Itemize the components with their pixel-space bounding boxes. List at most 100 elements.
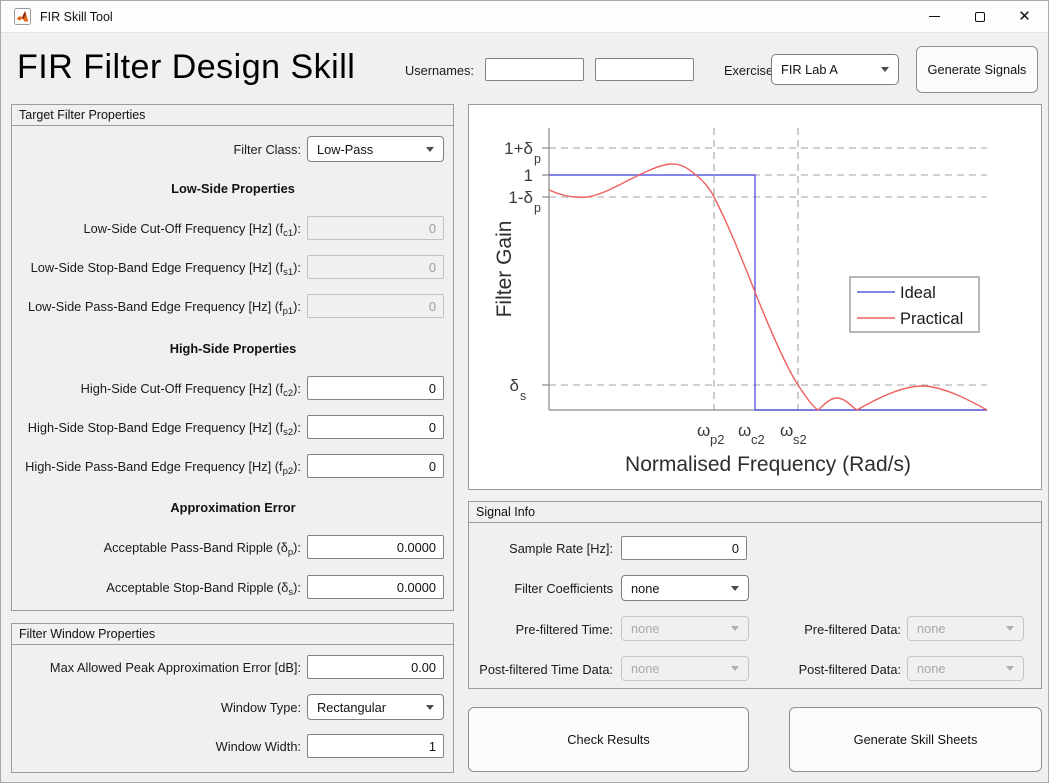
svg-text:p: p	[534, 152, 541, 166]
window-panel-title: Filter Window Properties	[12, 624, 453, 645]
pre-filtered-time-dropdown: none	[621, 616, 749, 641]
close-button[interactable]: ✕	[1002, 1, 1047, 32]
pre-filtered-data-label: Pre-filtered Data:	[791, 622, 901, 637]
chevron-down-icon	[426, 705, 434, 710]
post-filtered-data-label: Post-filtered Data:	[791, 662, 901, 677]
low-cutoff-field	[307, 216, 444, 240]
sample-rate-field[interactable]	[621, 536, 747, 560]
chevron-down-icon	[731, 626, 739, 631]
svg-text:p2: p2	[710, 432, 724, 447]
post-filtered-time-dropdown: none	[621, 656, 749, 681]
high-cutoff-label: High-Side Cut-Off Frequency [Hz] (fc2):	[15, 381, 301, 396]
svg-text:ω: ω	[697, 421, 710, 440]
window-type-label: Window Type:	[15, 700, 301, 715]
high-cutoff-field[interactable]	[307, 376, 444, 400]
low-passband-field	[307, 294, 444, 318]
window-width-label: Window Width:	[15, 739, 301, 754]
chevron-down-icon	[1006, 626, 1014, 631]
stopband-ripple-field[interactable]	[307, 575, 444, 599]
high-passband-field[interactable]	[307, 454, 444, 478]
max-error-field[interactable]	[307, 655, 444, 679]
low-passband-label: Low-Side Pass-Band Edge Frequency [Hz] (…	[15, 299, 301, 314]
filter-class-label: Filter Class:	[15, 142, 301, 157]
title-bar: FIR Skill Tool ✕	[1, 1, 1049, 33]
svg-text:s: s	[520, 389, 526, 403]
window-width-field[interactable]	[307, 734, 444, 758]
svg-text:1: 1	[524, 166, 533, 185]
approximation-error-heading: Approximation Error	[15, 500, 451, 515]
svg-text:p: p	[534, 201, 541, 215]
y-axis-label: Filter Gain	[493, 221, 516, 318]
minimize-button[interactable]	[912, 1, 957, 32]
matlab-icon	[14, 8, 31, 25]
filter-coefficients-value: none	[631, 581, 725, 596]
exercise-dropdown-value: FIR Lab A	[781, 62, 875, 77]
chevron-down-icon	[731, 666, 739, 671]
passband-ripple-label: Acceptable Pass-Band Ripple (δp):	[15, 540, 301, 555]
exercise-label: Exercise:	[724, 63, 777, 78]
exercise-dropdown[interactable]: FIR Lab A	[771, 54, 899, 85]
high-side-heading: High-Side Properties	[15, 341, 451, 356]
minimize-icon	[929, 16, 940, 17]
max-error-label: Max Allowed Peak Approximation Error [dB…	[15, 660, 301, 675]
pre-filtered-time-label: Pre-filtered Time:	[473, 622, 613, 637]
filter-coefficients-label: Filter Coefficients	[473, 581, 613, 596]
maximize-icon	[975, 12, 985, 22]
window-type-value: Rectangular	[317, 700, 420, 715]
close-icon: ✕	[1018, 9, 1031, 24]
plot-legend: Ideal Practical	[850, 277, 979, 332]
post-filtered-data-value: none	[917, 661, 1000, 676]
plot-canvas: 1+δp 1 1-δp δs ωp2 ωc2 ωs2 Filter Gain N…	[469, 105, 1041, 489]
chevron-down-icon	[426, 147, 434, 152]
low-stopband-field	[307, 255, 444, 279]
signal-panel-title: Signal Info	[469, 502, 1041, 523]
svg-text:1-δ: 1-δ	[508, 188, 533, 207]
high-passband-label: High-Side Pass-Band Edge Frequency [Hz] …	[15, 459, 301, 474]
svg-text:1+δ: 1+δ	[504, 139, 533, 158]
chevron-down-icon	[1006, 666, 1014, 671]
svg-text:ω: ω	[780, 421, 793, 440]
pre-filtered-time-value: none	[631, 621, 725, 636]
window-type-dropdown[interactable]: Rectangular	[307, 694, 444, 720]
generate-skill-sheets-button[interactable]: Generate Skill Sheets	[789, 707, 1042, 772]
username-field-2[interactable]	[595, 58, 694, 81]
pre-filtered-data-value: none	[917, 621, 1000, 636]
window-title: FIR Skill Tool	[40, 10, 113, 24]
page-title: FIR Filter Design Skill	[17, 48, 355, 87]
low-stopband-label: Low-Side Stop-Band Edge Frequency [Hz] (…	[15, 260, 301, 275]
low-cutoff-label: Low-Side Cut-Off Frequency [Hz] (fc1):	[15, 221, 301, 236]
x-axis-label: Normalised Frequency (Rad/s)	[625, 453, 911, 476]
check-results-button[interactable]: Check Results	[468, 707, 749, 772]
target-panel-title: Target Filter Properties	[12, 105, 453, 126]
maximize-button[interactable]	[957, 1, 1002, 32]
chevron-down-icon	[881, 67, 889, 72]
svg-text:s2: s2	[793, 432, 807, 447]
generate-signals-button[interactable]: Generate Signals	[916, 46, 1038, 93]
legend-ideal-label: Ideal	[900, 284, 936, 302]
passband-ripple-field[interactable]	[307, 535, 444, 559]
post-filtered-time-value: none	[631, 661, 725, 676]
sample-rate-label: Sample Rate [Hz]:	[473, 541, 613, 556]
pre-filtered-data-dropdown: none	[907, 616, 1024, 641]
svg-text:c2: c2	[751, 432, 765, 447]
high-stopband-field[interactable]	[307, 415, 444, 439]
filter-coefficients-dropdown[interactable]: none	[621, 575, 749, 601]
post-filtered-time-label: Post-filtered Time Data:	[473, 662, 613, 677]
svg-text:ω: ω	[738, 421, 751, 440]
dashed-guides	[549, 128, 987, 410]
svg-text:δ: δ	[510, 376, 519, 395]
high-stopband-label: High-Side Stop-Band Edge Frequency [Hz] …	[15, 420, 301, 435]
filter-class-value: Low-Pass	[317, 142, 420, 157]
x-tick-labels: ωp2 ωc2 ωs2	[697, 421, 807, 447]
chevron-down-icon	[731, 586, 739, 591]
username-field-1[interactable]	[485, 58, 584, 81]
low-side-heading: Low-Side Properties	[15, 181, 451, 196]
axes-spines	[542, 128, 987, 410]
fir-skill-tool-window: FIR Skill Tool ✕ FIR Filter Design Skill…	[0, 0, 1049, 783]
post-filtered-data-dropdown: none	[907, 656, 1024, 681]
usernames-label: Usernames:	[405, 63, 474, 78]
stopband-ripple-label: Acceptable Stop-Band Ripple (δs):	[15, 580, 301, 595]
filter-response-plot: 1+δp 1 1-δp δs ωp2 ωc2 ωs2 Filter Gain N…	[468, 104, 1042, 490]
filter-class-dropdown[interactable]: Low-Pass	[307, 136, 444, 162]
legend-practical-label: Practical	[900, 310, 963, 328]
